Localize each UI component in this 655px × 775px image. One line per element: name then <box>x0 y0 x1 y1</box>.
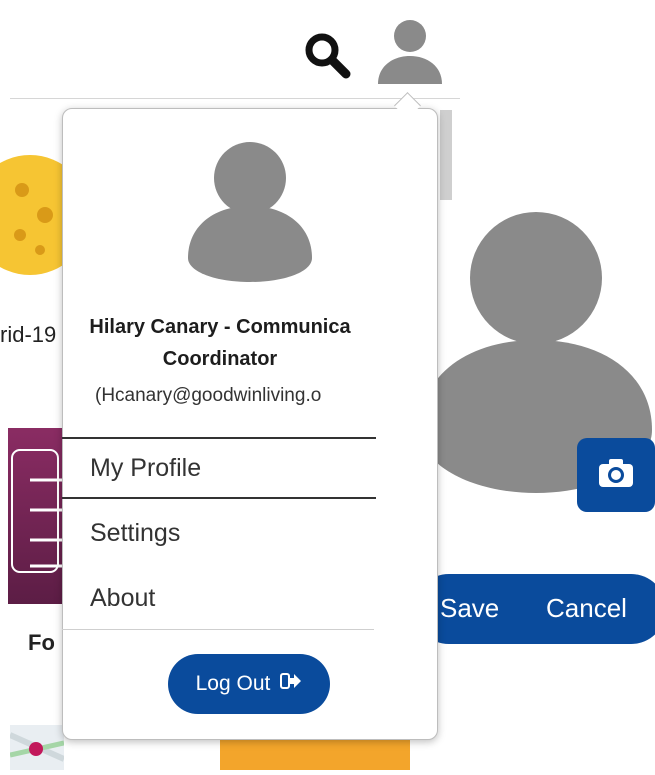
change-photo-button[interactable] <box>577 438 655 512</box>
camera-icon <box>597 457 635 494</box>
logout-button[interactable]: Log Out <box>168 654 330 714</box>
logout-label: Log Out <box>195 672 271 695</box>
user-email: (Hcanary@goodwinliving.o <box>95 385 322 406</box>
map-tile-image[interactable] <box>8 725 66 770</box>
user-avatar-icon[interactable] <box>372 14 448 90</box>
menu-item-about[interactable]: About <box>62 574 376 622</box>
scrollbar[interactable] <box>440 110 452 200</box>
tile-label-forms: Fo <box>28 630 55 655</box>
sign-out-icon <box>280 671 302 697</box>
menu-divider <box>62 629 374 630</box>
forms-tile-image[interactable] <box>8 428 62 604</box>
dropdown-avatar <box>188 140 312 282</box>
user-name-line2: Coordinator <box>162 348 278 370</box>
orange-tile-image[interactable] <box>220 738 410 770</box>
search-icon[interactable] <box>300 28 356 80</box>
menu-item-label: About <box>90 583 156 612</box>
menu-item-label: Settings <box>90 518 181 547</box>
covid-tile-image[interactable] <box>0 130 90 315</box>
cancel-button[interactable]: Cancel <box>546 593 627 624</box>
header-divider <box>10 98 460 99</box>
user-name-line1: Hilary Canary - Communica <box>89 316 351 338</box>
menu-item-settings[interactable]: Settings <box>62 509 376 557</box>
menu-item-my-profile[interactable]: My Profile <box>62 437 376 499</box>
menu-item-label: My Profile <box>90 453 202 482</box>
save-button[interactable]: Save <box>440 593 499 624</box>
tile-label-covid: rid-19 <box>0 322 57 347</box>
